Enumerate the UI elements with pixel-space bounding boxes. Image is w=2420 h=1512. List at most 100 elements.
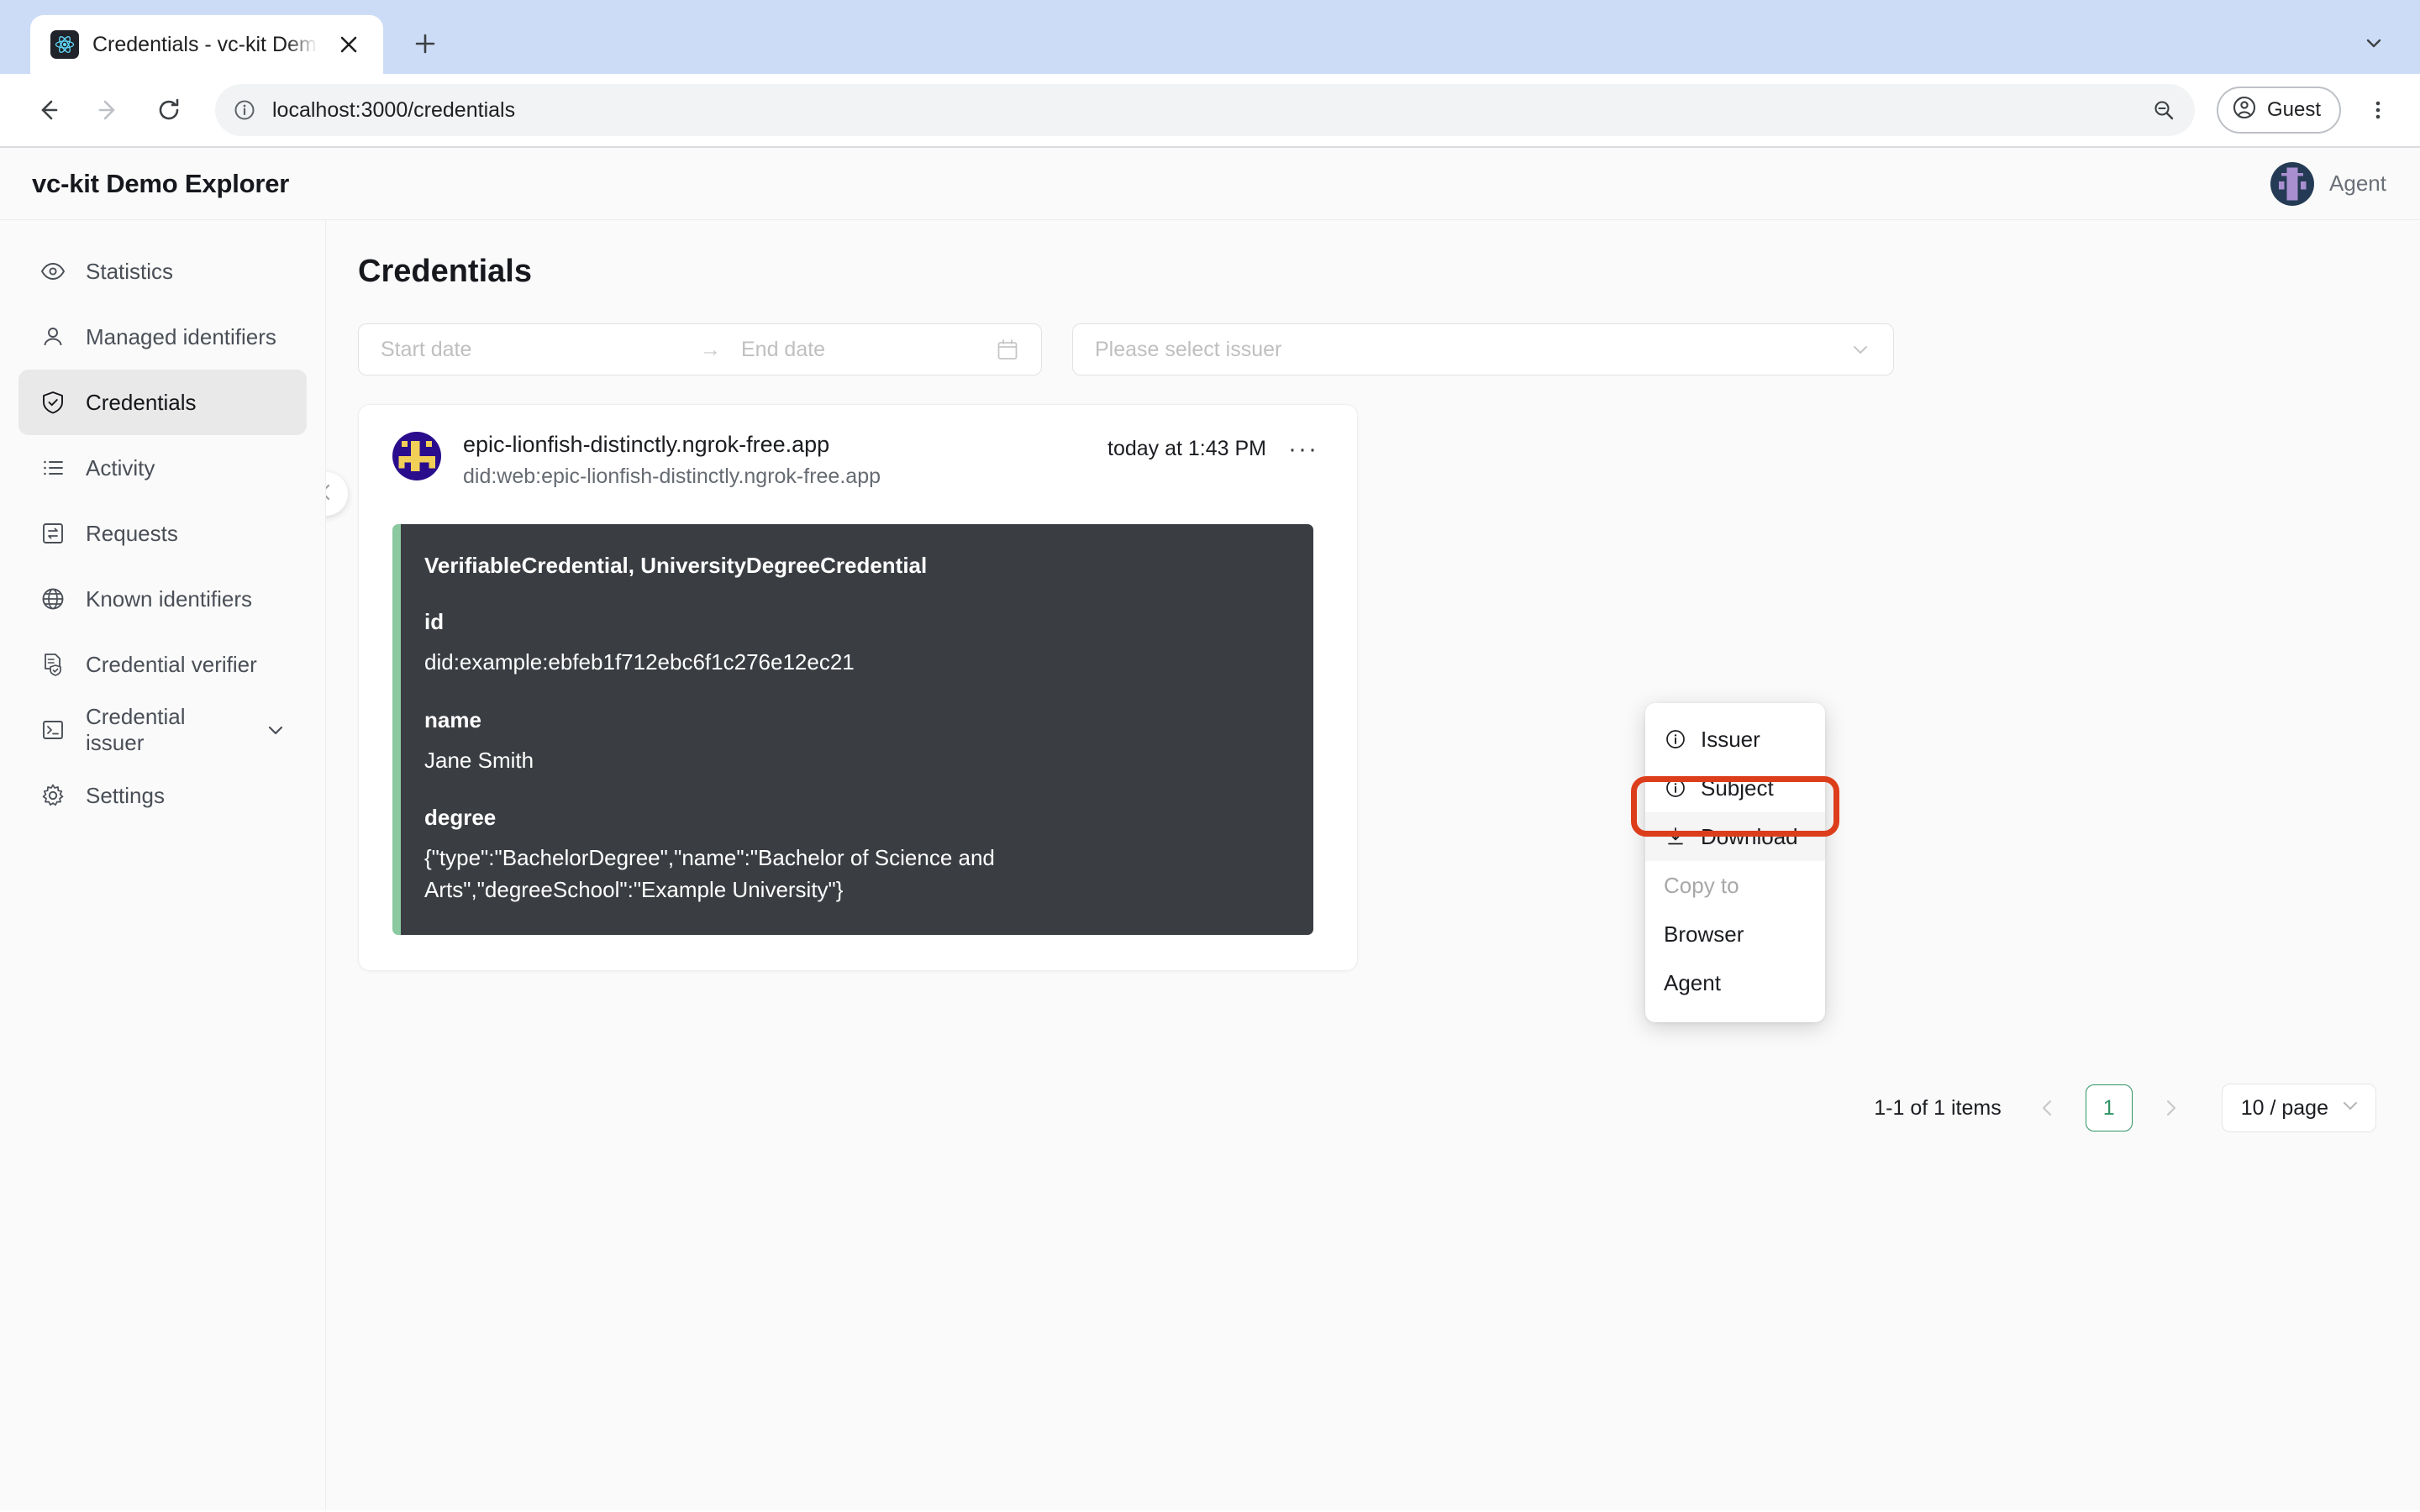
credential-meta: today at 1:43 PM ··· bbox=[1107, 432, 1323, 461]
menu-item-label: Agent bbox=[1664, 969, 1721, 995]
sidebar-item-label: Credentials bbox=[86, 389, 197, 415]
robot-avatar bbox=[2270, 161, 2315, 206]
start-date-input[interactable]: Start date bbox=[381, 338, 700, 362]
menu-item-label: Subject bbox=[1701, 774, 1774, 801]
menu-item-label: Browser bbox=[1664, 921, 1744, 947]
sidebar-item-label: Activity bbox=[86, 454, 155, 480]
terminal-icon bbox=[39, 716, 67, 744]
filter-bar: Start date → End date Please select issu… bbox=[358, 323, 2420, 375]
sidebar-item-statistics[interactable]: Statistics bbox=[18, 239, 307, 304]
page-size-select[interactable]: 10 / page bbox=[2221, 1084, 2376, 1132]
credential-field-key: name bbox=[424, 706, 481, 732]
sidebar: Statistics Managed identifiers Credentia… bbox=[0, 220, 326, 1510]
app-title: vc-kit Demo Explorer bbox=[32, 168, 290, 198]
tab-strip: Credentials - vc-kit Demo Ex bbox=[0, 8, 2420, 74]
info-circle-icon bbox=[1664, 776, 1687, 800]
sidebar-item-credential-verifier[interactable]: Credential verifier bbox=[18, 632, 307, 697]
eye-icon bbox=[39, 257, 67, 286]
reload-icon[interactable] bbox=[143, 84, 195, 136]
sidebar-item-label: Credential issuer bbox=[86, 704, 186, 755]
menu-item-issuer[interactable]: Issuer bbox=[1645, 715, 1825, 764]
sidebar-item-managed-identifiers[interactable]: Managed identifiers bbox=[18, 304, 307, 370]
header-user-area[interactable]: Agent bbox=[2270, 161, 2386, 206]
sidebar-item-known-identifiers[interactable]: Known identifiers bbox=[18, 566, 307, 632]
gear-icon bbox=[39, 781, 67, 810]
sidebar-item-activity[interactable]: Activity bbox=[18, 435, 307, 501]
vertical-dots-icon[interactable] bbox=[2354, 87, 2402, 134]
menu-item-browser[interactable]: Browser bbox=[1645, 910, 1825, 958]
credential-field-key: degree bbox=[424, 805, 497, 831]
url-text: localhost:3000/credentials bbox=[272, 97, 516, 122]
pagination-total: 1-1 of 1 items bbox=[1874, 1095, 2002, 1120]
address-bar[interactable]: localhost:3000/credentials bbox=[215, 84, 2195, 136]
page-size-label: 10 / page bbox=[2240, 1095, 2328, 1120]
calendar-icon bbox=[996, 338, 1019, 361]
end-date-input[interactable]: End date bbox=[741, 338, 825, 362]
sidebar-collapse-button[interactable] bbox=[326, 472, 348, 516]
credential-field-value: {"type":"BachelorDegree","name":"Bachelo… bbox=[424, 845, 995, 903]
sidebar-item-label: Requests bbox=[86, 520, 178, 546]
menu-section-copy-to: Copy to bbox=[1645, 861, 1825, 910]
credential-field-value: Jane Smith bbox=[424, 747, 534, 773]
browser-tab[interactable]: Credentials - vc-kit Demo Ex bbox=[30, 15, 383, 74]
issuer-info: epic-lionfish-distinctly.ngrok-free.app … bbox=[463, 432, 881, 489]
credential-code-block: VerifiableCredential, UniversityDegreeCr… bbox=[392, 524, 1313, 935]
credential-field-value: did:example:ebfeb1f712ebc6f1c276e12ec21 bbox=[424, 649, 855, 675]
issuer-select-placeholder: Please select issuer bbox=[1095, 337, 1282, 361]
credential-card[interactable]: epic-lionfish-distinctly.ngrok-free.app … bbox=[358, 404, 1358, 971]
close-icon[interactable] bbox=[331, 27, 366, 62]
info-circle-icon bbox=[1664, 727, 1687, 751]
issuer-select[interactable]: Please select issuer bbox=[1072, 323, 1894, 375]
sidebar-item-requests[interactable]: Requests bbox=[18, 501, 307, 566]
list-icon bbox=[39, 454, 67, 482]
exchange-icon bbox=[39, 519, 67, 548]
tabstrip-right bbox=[2351, 20, 2420, 74]
info-icon[interactable] bbox=[225, 91, 264, 129]
toolbar-divider bbox=[0, 146, 2420, 148]
credential-card-header: epic-lionfish-distinctly.ngrok-free.app … bbox=[392, 432, 1323, 489]
profile-button[interactable]: Guest bbox=[2216, 87, 2341, 134]
download-icon bbox=[1664, 825, 1687, 848]
account-icon bbox=[2232, 95, 2257, 126]
menu-item-label: Issuer bbox=[1701, 726, 1760, 752]
shield-check-icon bbox=[39, 388, 67, 417]
menu-item-label: Download bbox=[1701, 823, 1798, 849]
pagination-page-1[interactable]: 1 bbox=[2085, 1084, 2133, 1131]
menu-item-subject[interactable]: Subject bbox=[1645, 764, 1825, 812]
issuer-avatar bbox=[392, 432, 441, 480]
document-shield-icon bbox=[39, 650, 67, 679]
range-separator-icon: → bbox=[700, 337, 721, 361]
pagination: 1-1 of 1 items 1 10 / page bbox=[1874, 1084, 2376, 1132]
sidebar-item-settings[interactable]: Settings bbox=[18, 763, 307, 828]
back-arrow-icon[interactable] bbox=[22, 84, 74, 136]
app-root: vc-kit Demo Explorer Agent Statistics Ma… bbox=[0, 148, 2420, 1510]
forward-arrow-icon[interactable] bbox=[82, 84, 134, 136]
profile-label: Guest bbox=[2266, 98, 2321, 121]
sidebar-item-label: Settings bbox=[86, 782, 165, 808]
ellipsis-icon[interactable]: ··· bbox=[1283, 436, 1323, 461]
credential-types: VerifiableCredential, UniversityDegreeCr… bbox=[424, 553, 928, 578]
app-body: Statistics Managed identifiers Credentia… bbox=[0, 220, 2420, 1510]
credential-timestamp: today at 1:43 PM bbox=[1107, 437, 1267, 460]
chevron-down-icon[interactable] bbox=[265, 719, 287, 741]
sidebar-item-credentials[interactable]: Credentials bbox=[18, 370, 307, 435]
tab-title: Credentials - vc-kit Demo Ex bbox=[92, 32, 318, 56]
new-tab-icon[interactable] bbox=[402, 20, 449, 67]
menu-section-label: Copy to bbox=[1664, 872, 1739, 898]
app-header: vc-kit Demo Explorer Agent bbox=[0, 148, 2420, 220]
menu-item-agent[interactable]: Agent bbox=[1645, 958, 1825, 1007]
pagination-next-button[interactable] bbox=[2151, 1089, 2190, 1127]
zoom-out-icon[interactable] bbox=[2144, 91, 2183, 129]
browser-toolbar: localhost:3000/credentials Guest bbox=[0, 74, 2420, 146]
issuer-did: did:web:epic-lionfish-distinctly.ngrok-f… bbox=[463, 465, 881, 488]
sidebar-item-credential-issuer[interactable]: Credential issuer bbox=[18, 697, 307, 763]
date-range-picker[interactable]: Start date → End date bbox=[358, 323, 1042, 375]
user-name: Agent bbox=[2329, 171, 2386, 196]
chevron-down-icon bbox=[2340, 1095, 2360, 1121]
credential-context-menu[interactable]: Issuer Subject Download Copy to Browser … bbox=[1645, 703, 1825, 1022]
chevron-down-icon[interactable] bbox=[2351, 20, 2396, 66]
main-content: Credentials Start date → End date Please… bbox=[326, 220, 2420, 1510]
chevron-down-icon bbox=[1849, 339, 1871, 360]
pagination-prev-button[interactable] bbox=[2028, 1089, 2067, 1127]
menu-item-download[interactable]: Download bbox=[1645, 812, 1825, 861]
